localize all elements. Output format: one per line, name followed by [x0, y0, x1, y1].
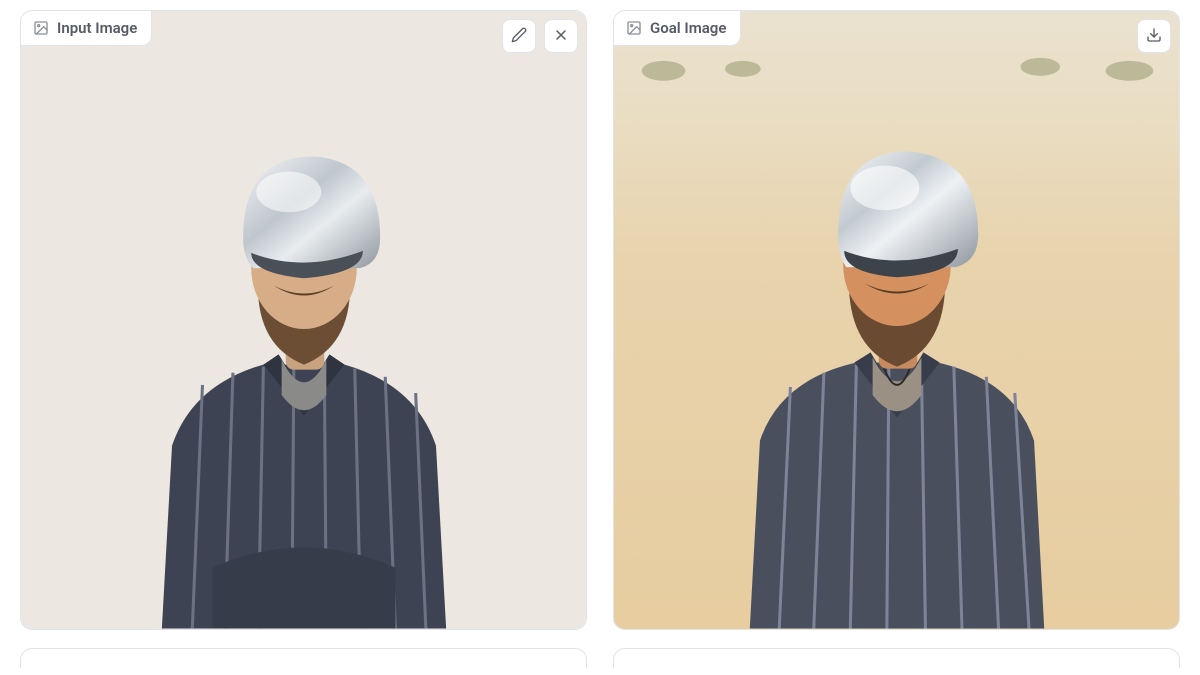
input-figure — [83, 60, 524, 629]
goal-image-panel: Goal Image — [613, 10, 1180, 630]
input-panel-actions — [502, 19, 578, 53]
pencil-icon — [511, 27, 527, 46]
close-icon — [553, 27, 569, 46]
download-icon — [1146, 27, 1162, 46]
input-image-panel: Input Image — [20, 10, 587, 630]
image-panels-row: Input Image — [20, 10, 1180, 630]
edit-button[interactable] — [502, 19, 536, 53]
goal-figure — [665, 60, 1128, 629]
download-button[interactable] — [1137, 19, 1171, 53]
bottom-panels-row — [20, 648, 1180, 668]
bottom-right-panel — [613, 648, 1180, 668]
goal-label-text: Goal Image — [650, 19, 726, 37]
goal-panel-label: Goal Image — [614, 11, 741, 46]
goal-image[interactable] — [614, 11, 1179, 629]
input-image[interactable] — [21, 11, 586, 629]
image-icon — [33, 20, 49, 36]
goal-panel-actions — [1137, 19, 1171, 53]
input-label-text: Input Image — [57, 19, 137, 37]
close-button[interactable] — [544, 19, 578, 53]
bottom-left-panel — [20, 648, 587, 668]
input-panel-label: Input Image — [21, 11, 152, 46]
image-icon — [626, 20, 642, 36]
